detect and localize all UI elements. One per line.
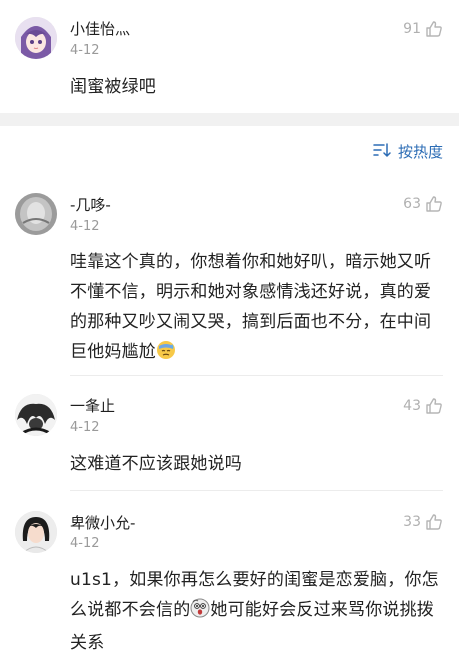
thumbs-up-icon: [425, 195, 443, 213]
like-count: 33: [403, 514, 421, 530]
shocked-emoji-icon: [190, 598, 210, 628]
comment-page: 小佳怡灬 4-12 91 闺蜜被绿吧 按热度 -几哆- 4-12 63 哇靠这个…: [0, 0, 459, 657]
like-count: 43: [403, 398, 421, 414]
avatar[interactable]: [15, 193, 57, 235]
like-button[interactable]: 63: [403, 195, 443, 213]
comment-item: 小佳怡灬 4-12 91 闺蜜被绿吧: [0, 0, 459, 113]
comment-date: 4-12: [70, 420, 100, 435]
comment-text-part: 哇靠这个真的，你想着你和她好叭，暗示她又听不懂不信，明示和她对象感情浅还好说，真…: [70, 252, 432, 362]
comment-date: 4-12: [70, 536, 100, 551]
username[interactable]: 卑微小允-: [70, 514, 135, 532]
comment-text: 闺蜜被绿吧: [70, 77, 156, 97]
sort-label: 按热度: [397, 143, 443, 161]
like-button[interactable]: 43: [403, 397, 443, 415]
like-button[interactable]: 91: [403, 20, 443, 38]
comment-item: -几哆- 4-12 63 哇靠这个真的，你想着你和她好叭，暗示她又听不懂不信，明…: [0, 180, 459, 375]
sort-icon: [372, 142, 392, 162]
username[interactable]: 一夆止: [70, 397, 115, 415]
sweat-emoji-icon: [156, 340, 176, 370]
avatar[interactable]: [15, 17, 57, 59]
comment-item: 卑微小允- 4-12 33 u1s1，如果你再怎么要好的闺蜜是恋爱脑，你怎么说都…: [0, 491, 459, 657]
like-count: 63: [403, 196, 421, 212]
like-button[interactable]: 33: [403, 513, 443, 531]
section-divider: [0, 113, 459, 126]
thumbs-up-icon: [425, 397, 443, 415]
comment-date: 4-12: [70, 43, 100, 58]
thumbs-up-icon: [425, 20, 443, 38]
avatar[interactable]: [15, 394, 57, 436]
comment-text: 哇靠这个真的，你想着你和她好叭，暗示她又听不懂不信，明示和她对象感情浅还好说，真…: [70, 247, 442, 370]
avatar[interactable]: [15, 511, 57, 553]
sort-button[interactable]: 按热度: [372, 141, 443, 162]
comment-item: 一夆止 4-12 43 这难道不应该跟她说吗: [0, 376, 459, 490]
username[interactable]: -几哆-: [70, 196, 111, 214]
like-count: 91: [403, 21, 421, 37]
comment-text: 这难道不应该跟她说吗: [70, 454, 242, 474]
username[interactable]: 小佳怡灬: [70, 20, 130, 38]
thumbs-up-icon: [425, 513, 443, 531]
comment-date: 4-12: [70, 219, 100, 234]
comment-text: u1s1，如果你再怎么要好的闺蜜是恋爱脑，你怎么说都不会信的 她可能好会反过来骂你…: [70, 565, 442, 657]
